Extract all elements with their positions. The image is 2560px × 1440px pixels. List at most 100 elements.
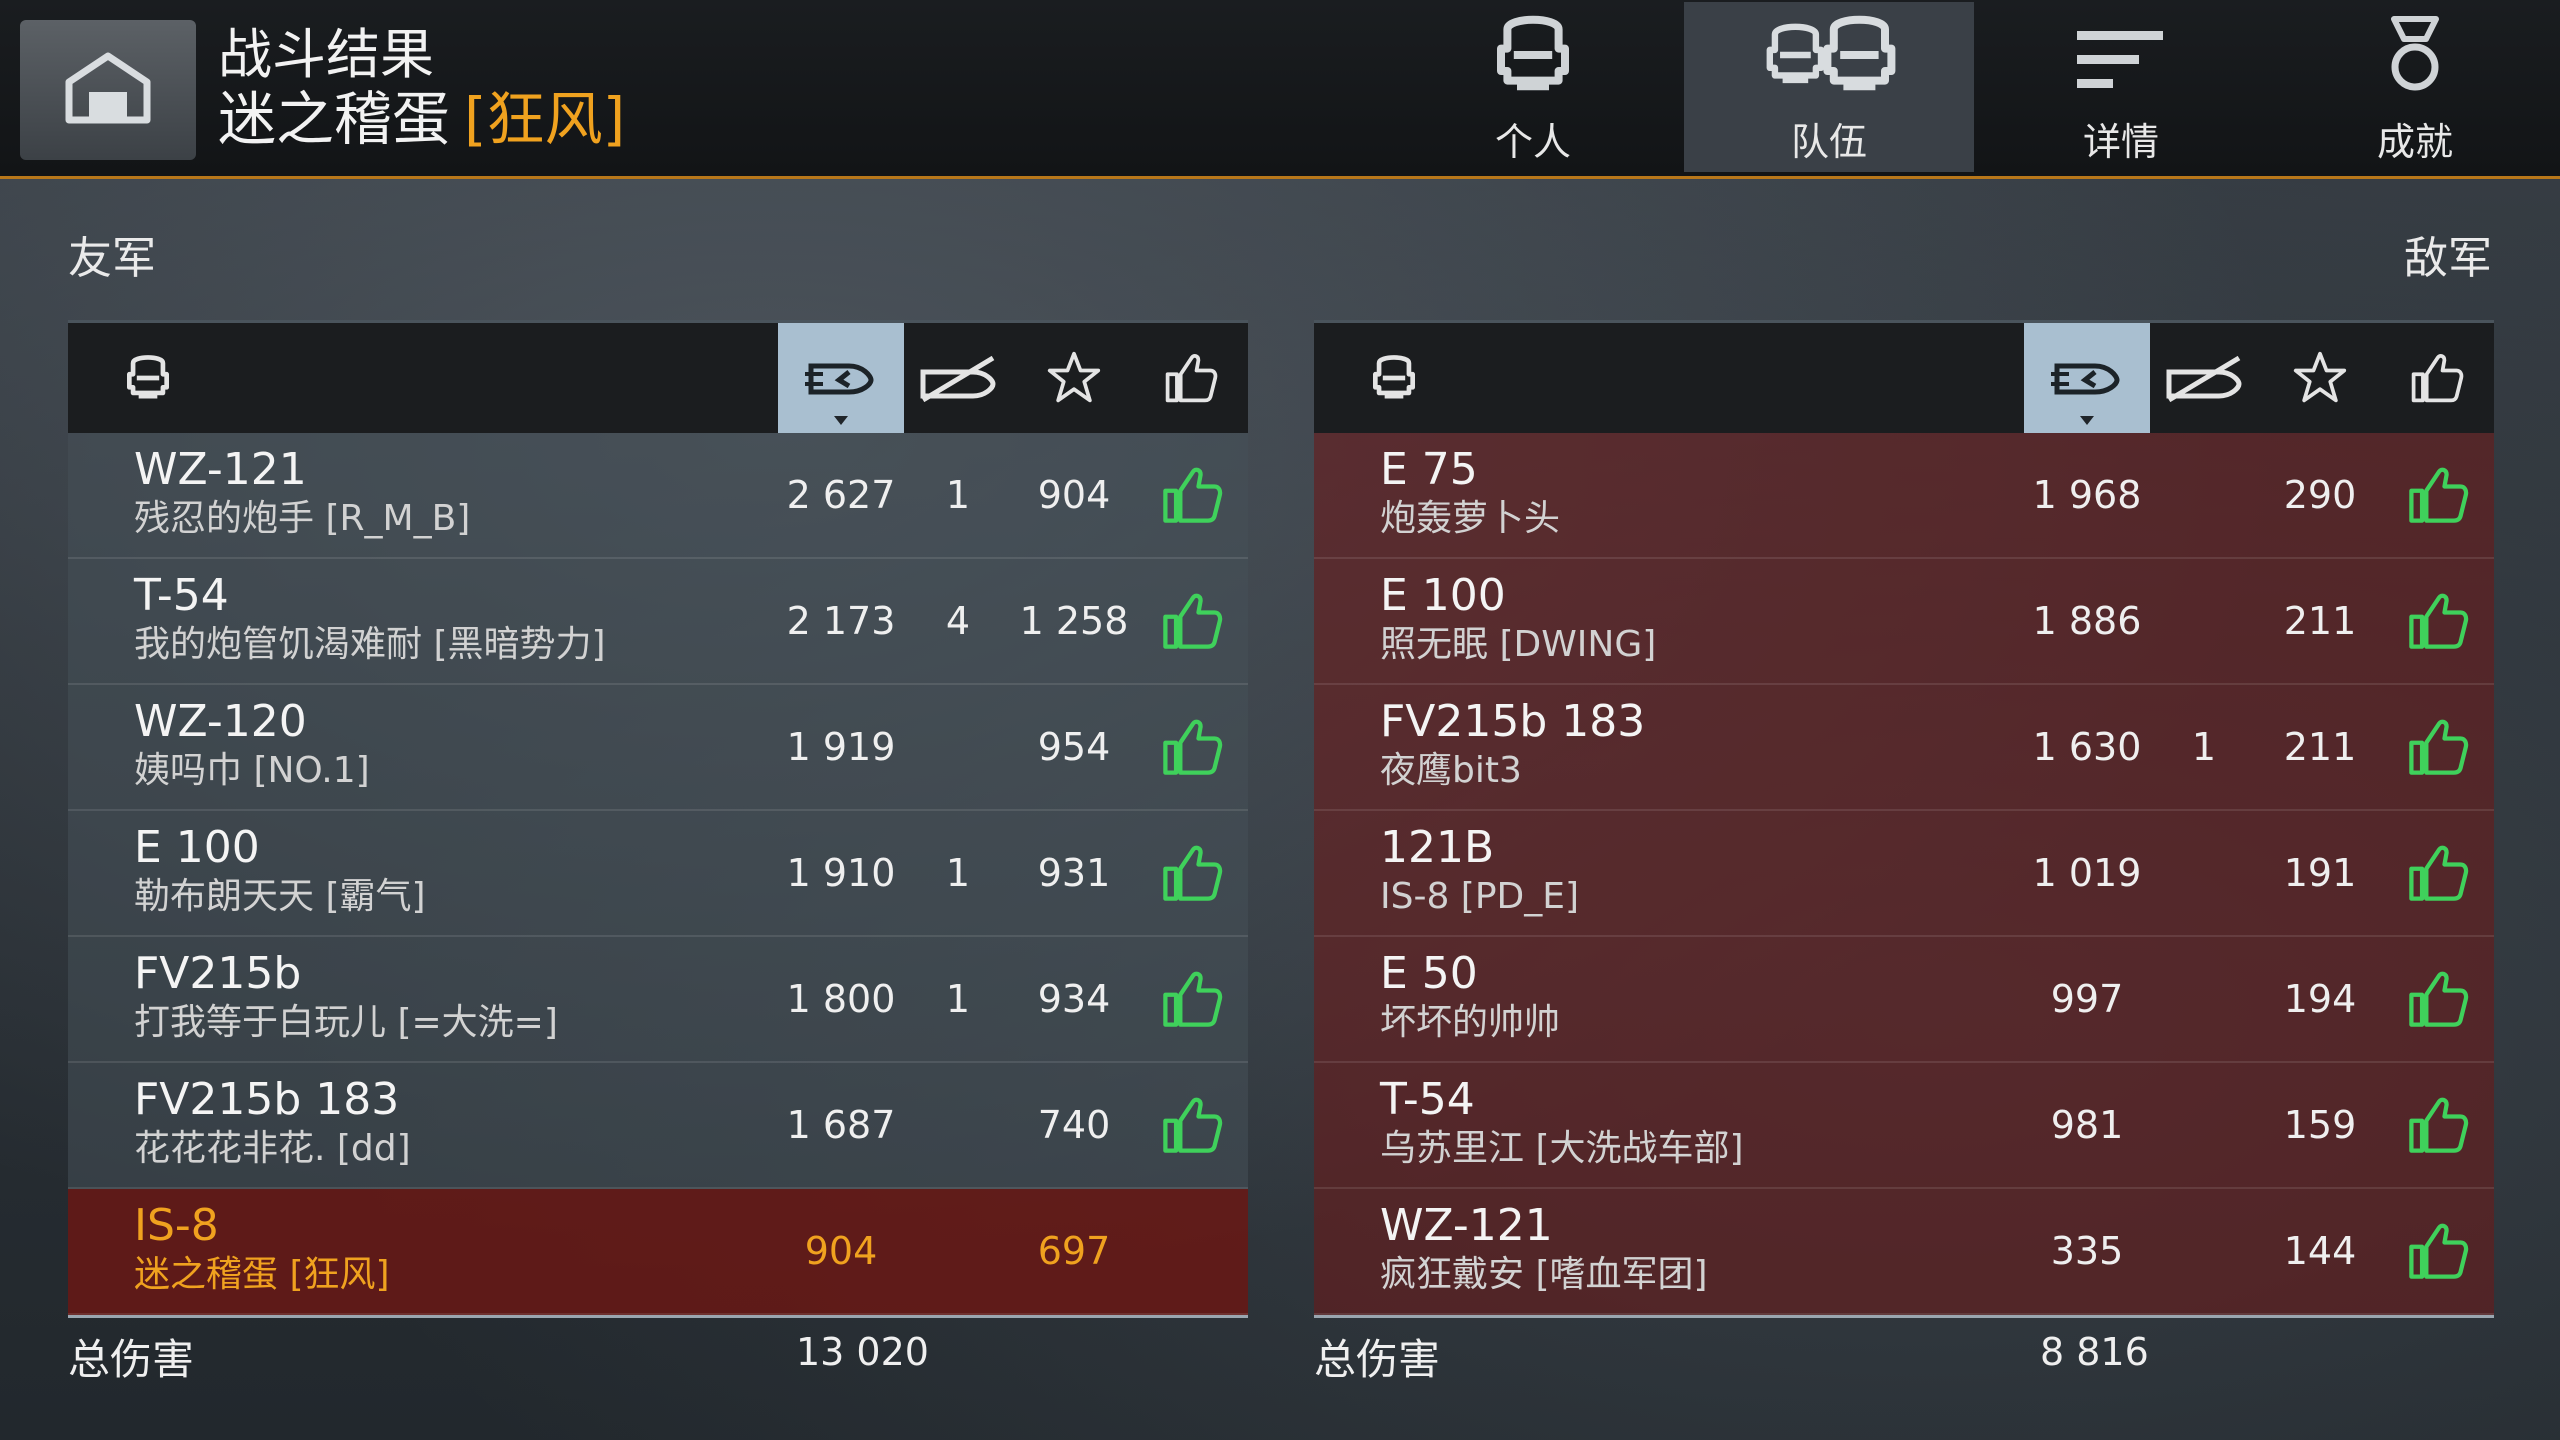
experience-value: 211	[2283, 599, 2357, 643]
kills-value	[908, 685, 1008, 809]
tank-name: IS-8	[134, 1200, 219, 1251]
tab-achievements[interactable]: 成就	[2270, 2, 2560, 172]
damage-column-header[interactable]	[778, 323, 904, 433]
thumbs-up-icon[interactable]	[2392, 811, 2482, 935]
player-row[interactable]: T-54 乌苏里江 [大洗战车部] 981 159	[1314, 1063, 2494, 1189]
kills-value	[2154, 433, 2254, 557]
damage-value: 1 968	[2032, 473, 2142, 517]
allies-total-damage: 13 020	[796, 1330, 929, 1374]
tab-personal[interactable]: 个人	[1388, 2, 1678, 172]
allies-table-header	[68, 320, 1248, 433]
thumbs-up-icon[interactable]	[1146, 811, 1236, 935]
enemies-total-label: 总伤害	[1314, 1335, 1441, 1384]
tank-name: 121B	[1380, 822, 1495, 873]
tab-team[interactable]: 队伍	[1684, 2, 1974, 172]
tab-team-label: 队伍	[1790, 120, 1867, 164]
tank-helmet-icon[interactable]	[108, 323, 188, 433]
experience-value: 159	[2283, 1103, 2357, 1147]
enemies-table-header	[1314, 320, 2494, 433]
thumbs-up-icon[interactable]	[2396, 323, 2476, 433]
tab-personal-label: 个人	[1494, 120, 1571, 164]
damage-value: 1 910	[786, 851, 896, 895]
top-bar: 战斗结果 迷之稽蛋 [狂风] 个人 队伍 详情 成就	[0, 0, 2560, 179]
thumbs-up-icon[interactable]	[2392, 433, 2482, 557]
damage-column-header[interactable]	[2024, 323, 2150, 433]
kills-crossed-tank-icon[interactable]	[2154, 323, 2254, 433]
thumbs-up-icon[interactable]	[2392, 559, 2482, 683]
player-title: 迷之稽蛋 [狂风]	[218, 86, 625, 152]
player-name: IS-8 [PD_E]	[1380, 876, 1580, 917]
kills-value	[908, 1063, 1008, 1187]
tank-name: E 100	[134, 822, 260, 873]
player-row[interactable]: E 75 炮轰萝卜头 1 968 290	[1314, 433, 2494, 559]
experience-value: 290	[2283, 473, 2357, 517]
damage-value: 2 627	[786, 473, 896, 517]
player-name: 乌苏里江 [大洗战车部]	[1380, 1128, 1744, 1169]
player-row[interactable]: E 100 勒布朗天天 [霸气] 1 910 1 931	[68, 811, 1248, 937]
thumbs-up-icon[interactable]	[1146, 559, 1236, 683]
kills-crossed-tank-icon[interactable]	[908, 323, 1008, 433]
damage-value: 1 800	[786, 977, 896, 1021]
thumbs-up-icon[interactable]	[1150, 323, 1230, 433]
thumbs-up-icon[interactable]	[1146, 433, 1236, 557]
table-divider	[68, 1315, 1248, 1318]
damage-shell-icon	[2047, 346, 2127, 410]
player-row-self[interactable]: IS-8 迷之稽蛋 [狂风] 904 697	[68, 1189, 1248, 1315]
sort-caret-icon	[2080, 416, 2094, 425]
player-row[interactable]: T-54 我的炮管饥渴难耐 [黑暗势力] 2 173 4 1 258	[68, 559, 1248, 685]
enemies-rows: E 75 炮轰萝卜头 1 968 290 E 100 照无眠 [DWING] 1 886 21…	[1314, 433, 2494, 1315]
tank-name: E 50	[1380, 948, 1478, 999]
thumbs-up-icon[interactable]	[2392, 1063, 2482, 1187]
star-icon[interactable]	[2280, 323, 2360, 433]
thumbs-up-icon[interactable]	[2392, 937, 2482, 1061]
player-row[interactable]: FV215b 打我等于白玩儿 [=大洗=] 1 800 1 934	[68, 937, 1248, 1063]
player-name: 迷之稽蛋	[218, 85, 451, 153]
player-row[interactable]: WZ-121 疯狂戴安 [嗜血军团] 335 144	[1314, 1189, 2494, 1315]
medal-icon	[2380, 13, 2450, 111]
enemies-total-damage: 8 816	[2040, 1330, 2149, 1374]
player-row[interactable]: FV215b 183 花花花非花. [dd] 1 687 740	[68, 1063, 1248, 1189]
experience-value: 954	[1037, 725, 1111, 769]
player-name: 夜鹰bit3	[1380, 750, 1522, 791]
kills-value	[2154, 1063, 2254, 1187]
player-row[interactable]: 121B IS-8 [PD_E] 1 019 191	[1314, 811, 2494, 937]
thumbs-up-icon[interactable]	[1146, 1063, 1236, 1187]
tank-helmet-icon[interactable]	[1354, 323, 1434, 433]
kills-value	[2154, 811, 2254, 935]
tank-name: FV215b	[134, 948, 302, 999]
player-name: 我的炮管饥渴难耐 [黑暗势力]	[134, 624, 606, 665]
player-name: 花花花非花. [dd]	[134, 1128, 411, 1169]
thumbs-up-icon[interactable]	[2392, 1189, 2482, 1313]
star-icon[interactable]	[1034, 323, 1114, 433]
damage-value: 1 687	[786, 1103, 896, 1147]
player-row[interactable]: FV215b 183 夜鹰bit3 1 630 1 211	[1314, 685, 2494, 811]
damage-value: 1 886	[2032, 599, 2142, 643]
thumbs-up-icon[interactable]	[2392, 685, 2482, 809]
experience-value: 740	[1037, 1103, 1111, 1147]
tab-details[interactable]: 详情	[1976, 2, 2266, 172]
player-row[interactable]: WZ-120 姨吗巾 [NO.1] 1 919 954	[68, 685, 1248, 811]
battle-title-block: 战斗结果 迷之稽蛋 [狂风]	[218, 23, 625, 153]
thumbs-up-icon[interactable]	[1146, 685, 1236, 809]
details-lines-icon	[2073, 19, 2169, 111]
tank-name: E 100	[1380, 570, 1506, 621]
allies-total-label: 总伤害	[68, 1335, 195, 1384]
player-name: 迷之稽蛋 [狂风]	[134, 1254, 390, 1295]
damage-value: 2 173	[786, 599, 896, 643]
player-row[interactable]: E 50 坏坏的帅帅 997 194	[1314, 937, 2494, 1063]
allies-rows: WZ-121 残忍的炮手 [R_M_B] 2 627 1 904 T-54 我的炮管饥渴难耐…	[68, 433, 1248, 1315]
kills-value	[908, 1189, 1008, 1313]
page-title: 战斗结果	[218, 23, 434, 86]
player-name: 姨吗巾 [NO.1]	[134, 750, 370, 791]
tank-name: WZ-120	[134, 696, 307, 747]
single-tank-helmet-icon	[1483, 7, 1583, 111]
player-row[interactable]: E 100 照无眠 [DWING] 1 886 211	[1314, 559, 2494, 685]
team-helmets-icon	[1754, 7, 1904, 111]
thumbs-up-icon[interactable]	[1146, 937, 1236, 1061]
experience-value: 904	[1037, 473, 1111, 517]
kills-value: 1	[2191, 725, 2217, 769]
player-row[interactable]: WZ-121 残忍的炮手 [R_M_B] 2 627 1 904	[68, 433, 1248, 559]
experience-value: 211	[2283, 725, 2357, 769]
home-button[interactable]	[20, 20, 196, 160]
player-name: 疯狂戴安 [嗜血军团]	[1380, 1254, 1708, 1295]
